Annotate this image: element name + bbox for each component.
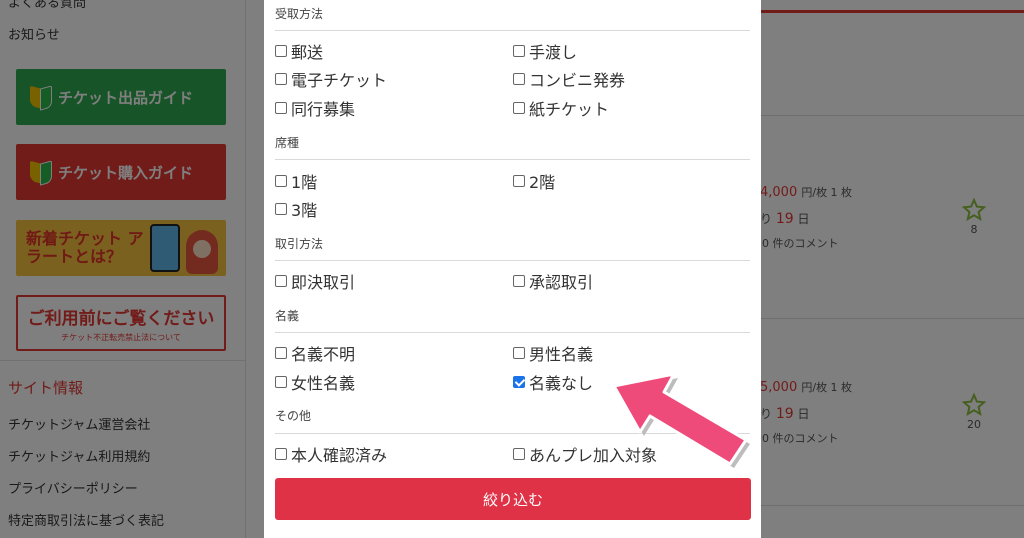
- checkbox[interactable]: [275, 73, 287, 85]
- section-label-trade: 取引方法: [275, 237, 324, 251]
- checkbox[interactable]: [275, 448, 287, 460]
- section-rule: [275, 30, 750, 31]
- filter-option-floor-1[interactable]: 1階: [275, 169, 317, 193]
- checkbox[interactable]: [275, 102, 287, 114]
- checkbox[interactable]: [513, 45, 525, 57]
- filter-option-mail[interactable]: 郵送: [275, 39, 323, 63]
- checkbox[interactable]: [513, 347, 525, 359]
- checkbox[interactable]: [513, 275, 525, 287]
- filter-option-floor-2[interactable]: 2階: [513, 169, 555, 193]
- checkbox[interactable]: [275, 175, 287, 187]
- section-label-name: 名義: [275, 309, 300, 323]
- checkbox[interactable]: [275, 275, 287, 287]
- filter-option-companion[interactable]: 同行募集: [275, 96, 355, 120]
- checkbox[interactable]: [275, 347, 287, 359]
- filter-option-name-unknown[interactable]: 名義不明: [275, 341, 355, 365]
- section-label-receive: 受取方法: [275, 7, 324, 21]
- filter-option-male-name[interactable]: 男性名義: [513, 341, 593, 365]
- filter-option-female-name[interactable]: 女性名義: [275, 370, 355, 394]
- checkbox[interactable]: [513, 448, 525, 460]
- filter-option-paper-ticket[interactable]: 紙チケット: [513, 96, 609, 120]
- filter-option-convenience-store[interactable]: コンビニ発券: [513, 67, 625, 91]
- filter-option-handover[interactable]: 手渡し: [513, 39, 577, 63]
- filter-option-e-ticket[interactable]: 電子チケット: [275, 67, 387, 91]
- filter-option-no-name[interactable]: 名義なし: [513, 370, 593, 394]
- checkbox[interactable]: [513, 102, 525, 114]
- section-label-other: その他: [275, 409, 312, 423]
- checkbox[interactable]: [275, 376, 287, 388]
- section-rule: [275, 260, 750, 261]
- pink-arrow-icon: [612, 372, 750, 468]
- section-label-seat: 席種: [275, 136, 300, 150]
- checkbox[interactable]: [275, 45, 287, 57]
- filter-option-approval[interactable]: 承認取引: [513, 269, 593, 293]
- filter-option-floor-3[interactable]: 3階: [275, 197, 317, 221]
- checkbox[interactable]: [275, 203, 287, 215]
- checkbox[interactable]: [513, 175, 525, 187]
- checkbox[interactable]: [513, 73, 525, 85]
- filter-option-verified[interactable]: 本人確認済み: [275, 442, 387, 466]
- checkbox-checked[interactable]: [513, 376, 525, 388]
- apply-filter-button[interactable]: 絞り込む: [275, 478, 751, 520]
- section-rule: [275, 332, 750, 333]
- section-rule: [275, 159, 750, 160]
- filter-option-instant[interactable]: 即決取引: [275, 269, 355, 293]
